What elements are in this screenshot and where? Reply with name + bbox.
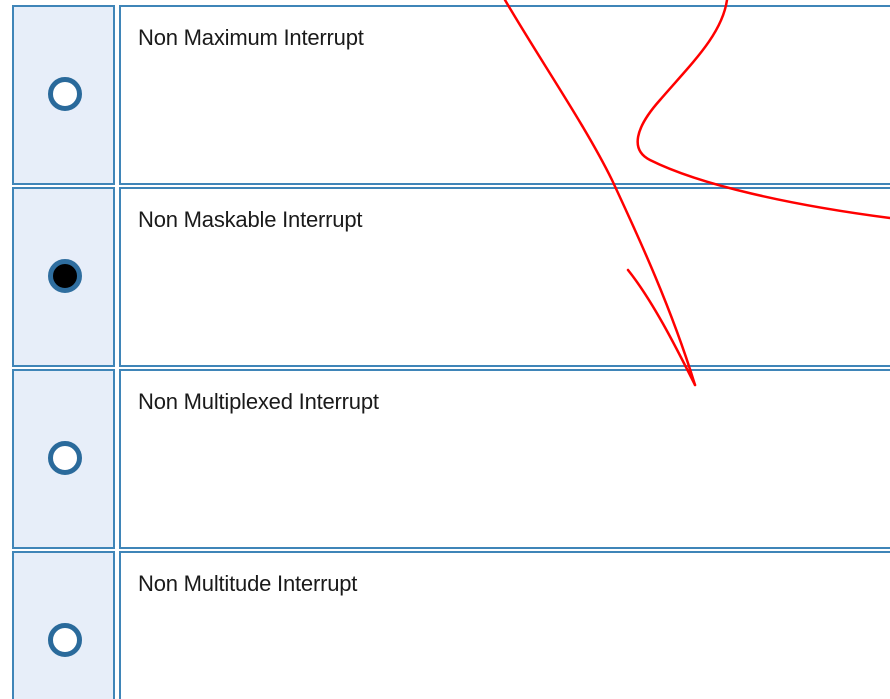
- radio-button-unchecked[interactable]: [48, 77, 82, 111]
- radio-button-unchecked[interactable]: [48, 623, 82, 657]
- option-row[interactable]: Non Multitude Interrupt: [0, 551, 890, 699]
- radio-button-checked[interactable]: [48, 259, 82, 293]
- option-label: Non Multitude Interrupt: [138, 571, 358, 596]
- option-row[interactable]: Non Maximum Interrupt: [0, 5, 890, 185]
- option-radio-cell[interactable]: [12, 369, 115, 549]
- option-row[interactable]: Non Multiplexed Interrupt: [0, 369, 890, 549]
- answer-options: Non Maximum Interrupt Non Maskable Inter…: [0, 0, 890, 699]
- option-label: Non Maskable Interrupt: [138, 207, 363, 232]
- radio-button-unchecked[interactable]: [48, 441, 82, 475]
- option-text-cell[interactable]: Non Maskable Interrupt: [119, 187, 890, 367]
- option-row[interactable]: Non Maskable Interrupt: [0, 187, 890, 367]
- option-text-cell[interactable]: Non Multiplexed Interrupt: [119, 369, 890, 549]
- option-text-cell[interactable]: Non Maximum Interrupt: [119, 5, 890, 185]
- option-radio-cell[interactable]: [12, 187, 115, 367]
- mcq-screen: Non Maximum Interrupt Non Maskable Inter…: [0, 0, 890, 699]
- option-text-cell[interactable]: Non Multitude Interrupt: [119, 551, 890, 699]
- option-label: Non Maximum Interrupt: [138, 25, 364, 50]
- option-radio-cell[interactable]: [12, 551, 115, 699]
- option-radio-cell[interactable]: [12, 5, 115, 185]
- option-label: Non Multiplexed Interrupt: [138, 389, 379, 414]
